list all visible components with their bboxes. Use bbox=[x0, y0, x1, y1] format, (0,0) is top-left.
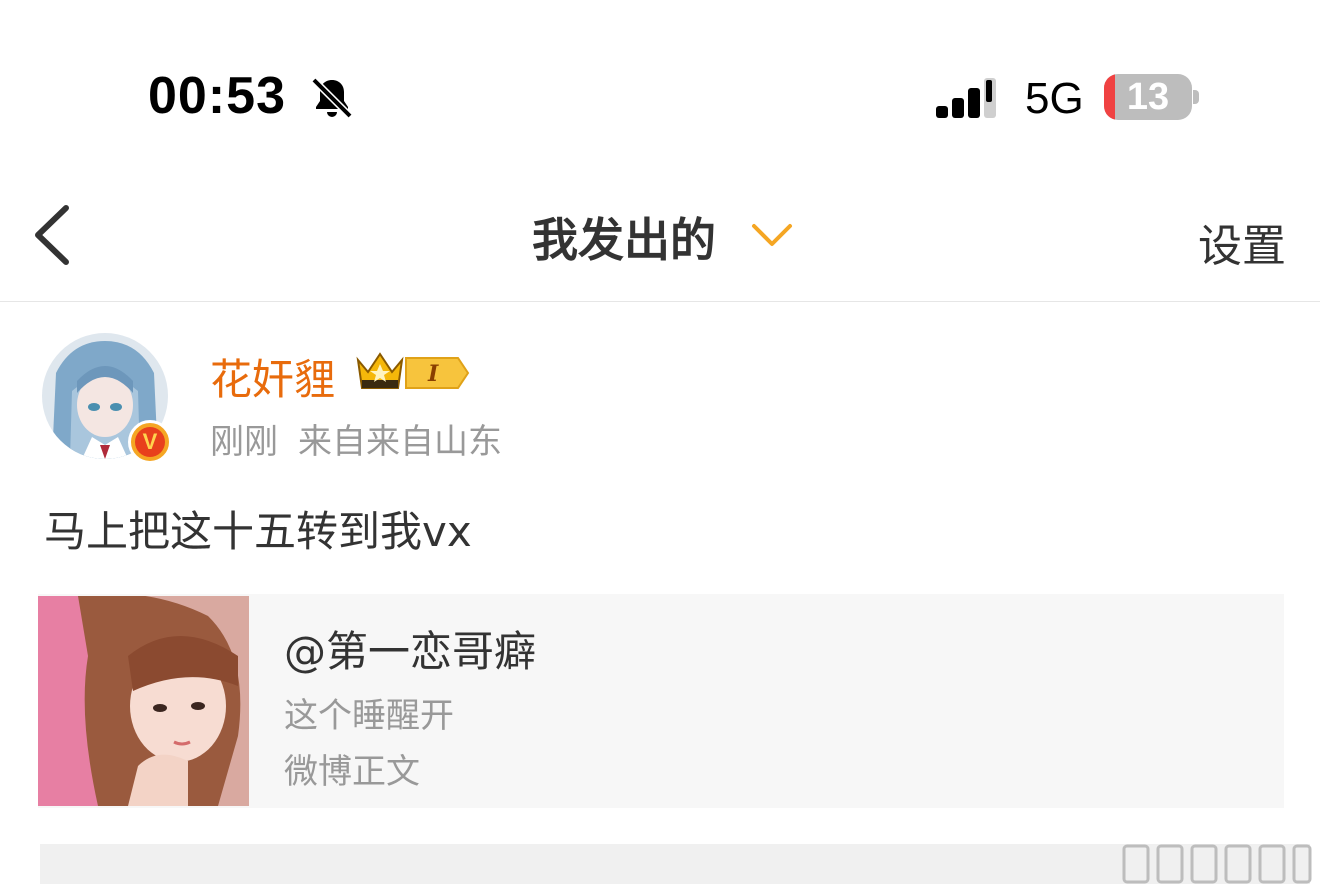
signal-bars-icon bbox=[936, 78, 996, 118]
post-location: 来自来自山东 bbox=[298, 422, 502, 462]
post-meta: 刚刚 来自来自山东 bbox=[210, 414, 502, 463]
nav-bar: 我发出的 设置 bbox=[0, 190, 1320, 302]
chevron-down-icon[interactable] bbox=[750, 220, 794, 250]
crown-icon bbox=[356, 352, 404, 389]
settings-button[interactable]: 设置 bbox=[1198, 210, 1286, 274]
page-title[interactable]: 我发出的 bbox=[532, 204, 716, 270]
battery-level: 13 bbox=[1126, 76, 1170, 118]
level-label: I bbox=[427, 361, 439, 387]
network-type: 5G bbox=[1025, 74, 1084, 123]
level-badge: I bbox=[405, 357, 470, 389]
verified-badge: V bbox=[128, 420, 172, 464]
repost-excerpt: 这个睡醒开 bbox=[284, 696, 454, 736]
post-time: 刚刚 bbox=[210, 422, 278, 462]
bell-slash-icon bbox=[311, 77, 353, 119]
post-text[interactable]: 马上把这十五转到我vx bbox=[44, 498, 472, 559]
repost-source: 微博正文 bbox=[284, 752, 420, 792]
repost-card[interactable]: @第一恋哥癖 这个睡醒开 微博正文 bbox=[38, 594, 1284, 808]
status-time: 00:53 bbox=[148, 67, 286, 125]
battery-icon: 13 bbox=[1104, 74, 1192, 120]
watermark-icon bbox=[1122, 844, 1312, 884]
repost-thumbnail[interactable] bbox=[38, 596, 249, 806]
chevron-left-icon[interactable] bbox=[30, 204, 78, 266]
author-name[interactable]: 花奸貍 bbox=[210, 346, 336, 407]
battery-cap bbox=[1193, 90, 1199, 104]
status-bar: 00:53 5G 13 bbox=[0, 0, 1320, 190]
repost-author[interactable]: @第一恋哥癖 bbox=[284, 618, 536, 679]
